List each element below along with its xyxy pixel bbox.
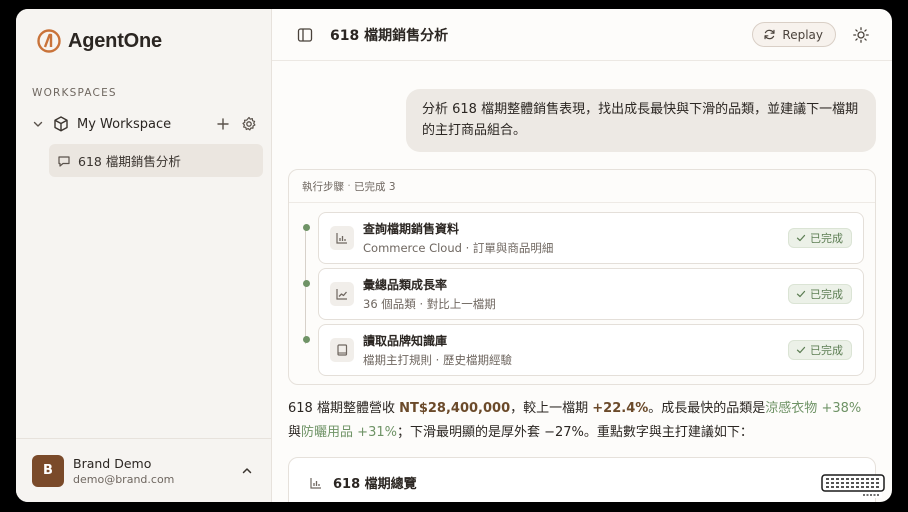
step-title: 讀取品牌知識庫 [363, 334, 448, 348]
bar-chart-icon [330, 226, 354, 250]
execution-steps-panel: 執行步驟 · 已完成 3 查詢檔期銷售資料 Commerce Cloud · 訂… [288, 169, 876, 385]
category-growth: +31% [357, 425, 397, 440]
status-badge: 已完成 [788, 228, 852, 248]
steps-separator: · [347, 180, 351, 192]
summary-text: 618 檔期整體營收 [288, 401, 400, 416]
sun-icon[interactable] [852, 26, 870, 44]
sidebar: AgentOne WORKSPACES My Workspace 618 檔期銷… [16, 9, 272, 502]
line-chart-icon [330, 282, 354, 306]
overview-card: 618 檔期總覽 [288, 457, 876, 502]
growth-value: +22.4% [592, 401, 649, 416]
replay-label: Replay [782, 27, 823, 42]
workspace-name: My Workspace [77, 116, 172, 132]
app-window: AgentOne WORKSPACES My Workspace 618 檔期銷… [16, 9, 892, 502]
status-text: 已完成 [810, 344, 843, 357]
chevron-up-icon[interactable] [239, 463, 255, 479]
step-subtitle: 36 個品類 · 對比上一檔期 [363, 297, 496, 311]
sidebar-toggle-icon[interactable] [296, 26, 314, 44]
status-badge: 已完成 [788, 340, 852, 360]
category-name: 防曬用品 [301, 425, 354, 440]
refresh-icon [764, 29, 775, 40]
watermark-logo [821, 474, 885, 498]
step-item[interactable]: 彙總品類成長率 36 個品類 · 對比上一檔期 已完成 [303, 268, 864, 320]
cube-icon [54, 116, 68, 132]
chevron-down-icon[interactable] [30, 116, 46, 132]
workspace-row[interactable]: My Workspace [30, 112, 258, 136]
workspaces-heading: WORKSPACES [32, 87, 117, 99]
agentone-logo-icon [37, 29, 61, 53]
step-dot [303, 336, 310, 343]
app-name: AgentOne [68, 29, 162, 52]
check-icon [796, 346, 806, 354]
check-icon [796, 290, 806, 298]
replay-button[interactable]: Replay [752, 22, 836, 47]
app-logo[interactable]: AgentOne [36, 28, 162, 54]
step-item[interactable]: 讀取品牌知識庫 檔期主打規則 · 歷史檔期經驗 已完成 [303, 324, 864, 376]
status-badge: 已完成 [788, 284, 852, 304]
sidebar-item-conversation[interactable]: 618 檔期銷售分析 [49, 144, 263, 177]
summary-text: ；下滑最明顯的是厚外套 −27%。重點數字與主打建議如下： [396, 425, 753, 440]
assistant-summary: 618 檔期整體營收 NT$28,400,000，較上一檔期 +22.4%。成長… [288, 397, 878, 445]
steps-heading: 執行步驟 [302, 180, 344, 193]
book-icon [330, 338, 354, 362]
category-growth: +38% [821, 401, 862, 416]
step-title: 彙總品類成長率 [363, 278, 448, 292]
user-email: demo@brand.com [73, 472, 175, 486]
bar-chart-icon [310, 477, 321, 489]
user-message: 分析 618 檔期整體銷售表現，找出成長最快與下滑的品類，並建議下一檔期的主打商… [406, 89, 876, 152]
step-subtitle: 檔期主打規則 · 歷史檔期經驗 [363, 353, 512, 367]
status-text: 已完成 [810, 288, 843, 301]
page-title: 618 檔期銷售分析 [330, 27, 449, 44]
step-subtitle: Commerce Cloud · 訂單與商品明細 [363, 241, 554, 255]
chat-bubble-icon [58, 155, 70, 167]
summary-text: 與 [288, 425, 302, 440]
check-icon [796, 234, 806, 242]
user-menu[interactable]: B Brand Demo demo@brand.com [16, 438, 271, 502]
step-dot [303, 280, 310, 287]
step-title: 查詢檔期銷售資料 [363, 222, 460, 236]
step-dot [303, 224, 310, 231]
summary-text: 。成長最快的品類是 [648, 401, 766, 416]
top-bar: 618 檔期銷售分析 Replay [272, 9, 892, 61]
overview-title: 618 檔期總覽 [333, 477, 417, 492]
conversation-label: 618 檔期銷售分析 [78, 154, 181, 169]
step-item[interactable]: 查詢檔期銷售資料 Commerce Cloud · 訂單與商品明細 已完成 [303, 212, 864, 264]
avatar: B [32, 454, 64, 487]
gear-icon[interactable] [240, 115, 258, 133]
steps-header[interactable]: 執行步驟 · 已完成 3 [289, 170, 875, 203]
revenue-value: NT$28,400,000 [399, 401, 511, 416]
add-icon[interactable] [214, 115, 232, 133]
user-name: Brand Demo [73, 455, 152, 471]
status-text: 已完成 [810, 232, 843, 245]
steps-status: 已完成 3 [354, 180, 396, 193]
main-panel: 618 檔期銷售分析 Replay 分析 618 檔期整體銷售表現，找出成長最快… [272, 9, 892, 502]
summary-text: ，較上一檔期 [510, 401, 593, 416]
category-name: 涼感衣物 [765, 401, 818, 416]
